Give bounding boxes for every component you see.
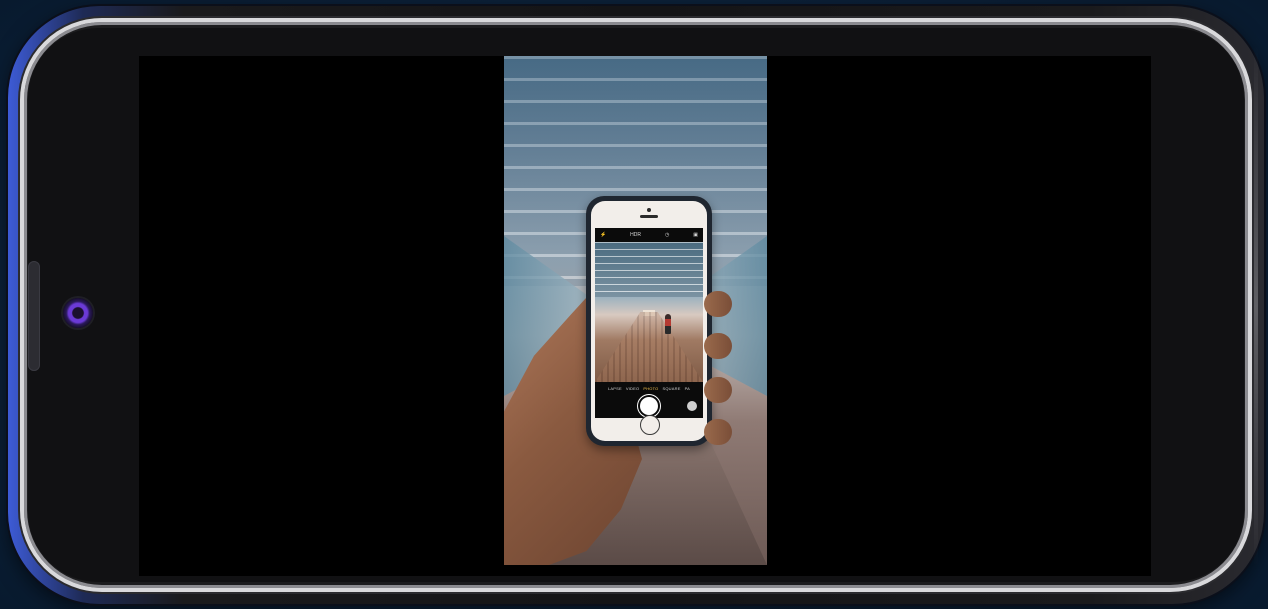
held-phone-camera-dot — [647, 208, 651, 212]
held-phone: ⚡ HDR ◷ ▣ LAPSE VIDEO PHOTO SQUARE PA — [586, 196, 712, 446]
camera-icon: ▣ — [693, 232, 698, 238]
flip-camera-icon — [687, 401, 697, 411]
stage: ⚡ HDR ◷ ▣ LAPSE VIDEO PHOTO SQUARE PA — [0, 0, 1268, 609]
camera-mode-pano: PA — [684, 385, 691, 391]
held-phone-body: ⚡ HDR ◷ ▣ LAPSE VIDEO PHOTO SQUARE PA — [591, 201, 707, 441]
finger-3 — [704, 377, 732, 403]
camera-mode-square: SQUARE — [662, 385, 681, 391]
shutter-icon — [640, 397, 658, 415]
side-button[interactable] — [28, 261, 40, 371]
hdr-label: HDR — [630, 232, 642, 238]
camera-mode-bar: LAPSE VIDEO PHOTO SQUARE PA — [595, 382, 703, 394]
camera-mode-video: VIDEO — [625, 385, 640, 391]
camera-top-bar: ⚡ HDR ◷ ▣ — [595, 228, 703, 242]
bezel-highlight — [1254, 46, 1258, 566]
camera-mode-lapse: LAPSE — [607, 385, 622, 391]
finger-2 — [704, 333, 732, 359]
held-phone-home-button — [640, 415, 660, 435]
viewfinder-person — [665, 314, 671, 334]
finger-4 — [704, 419, 732, 445]
front-camera-icon — [63, 298, 93, 328]
viewfinder-floor — [595, 312, 703, 382]
finger-1 — [704, 291, 732, 317]
fingers — [704, 291, 736, 471]
video-player[interactable]: ⚡ HDR ◷ ▣ LAPSE VIDEO PHOTO SQUARE PA — [504, 56, 767, 565]
viewfinder-ceiling — [595, 242, 703, 297]
phone-device-frame: ⚡ HDR ◷ ▣ LAPSE VIDEO PHOTO SQUARE PA — [8, 6, 1264, 604]
held-phone-screen: ⚡ HDR ◷ ▣ LAPSE VIDEO PHOTO SQUARE PA — [595, 228, 703, 418]
held-phone-earpiece — [640, 215, 658, 218]
timer-icon: ◷ — [664, 232, 670, 238]
camera-viewfinder — [595, 242, 703, 382]
device-screen: ⚡ HDR ◷ ▣ LAPSE VIDEO PHOTO SQUARE PA — [139, 56, 1151, 576]
flash-icon: ⚡ — [600, 232, 607, 238]
camera-mode-photo: PHOTO — [643, 385, 659, 391]
